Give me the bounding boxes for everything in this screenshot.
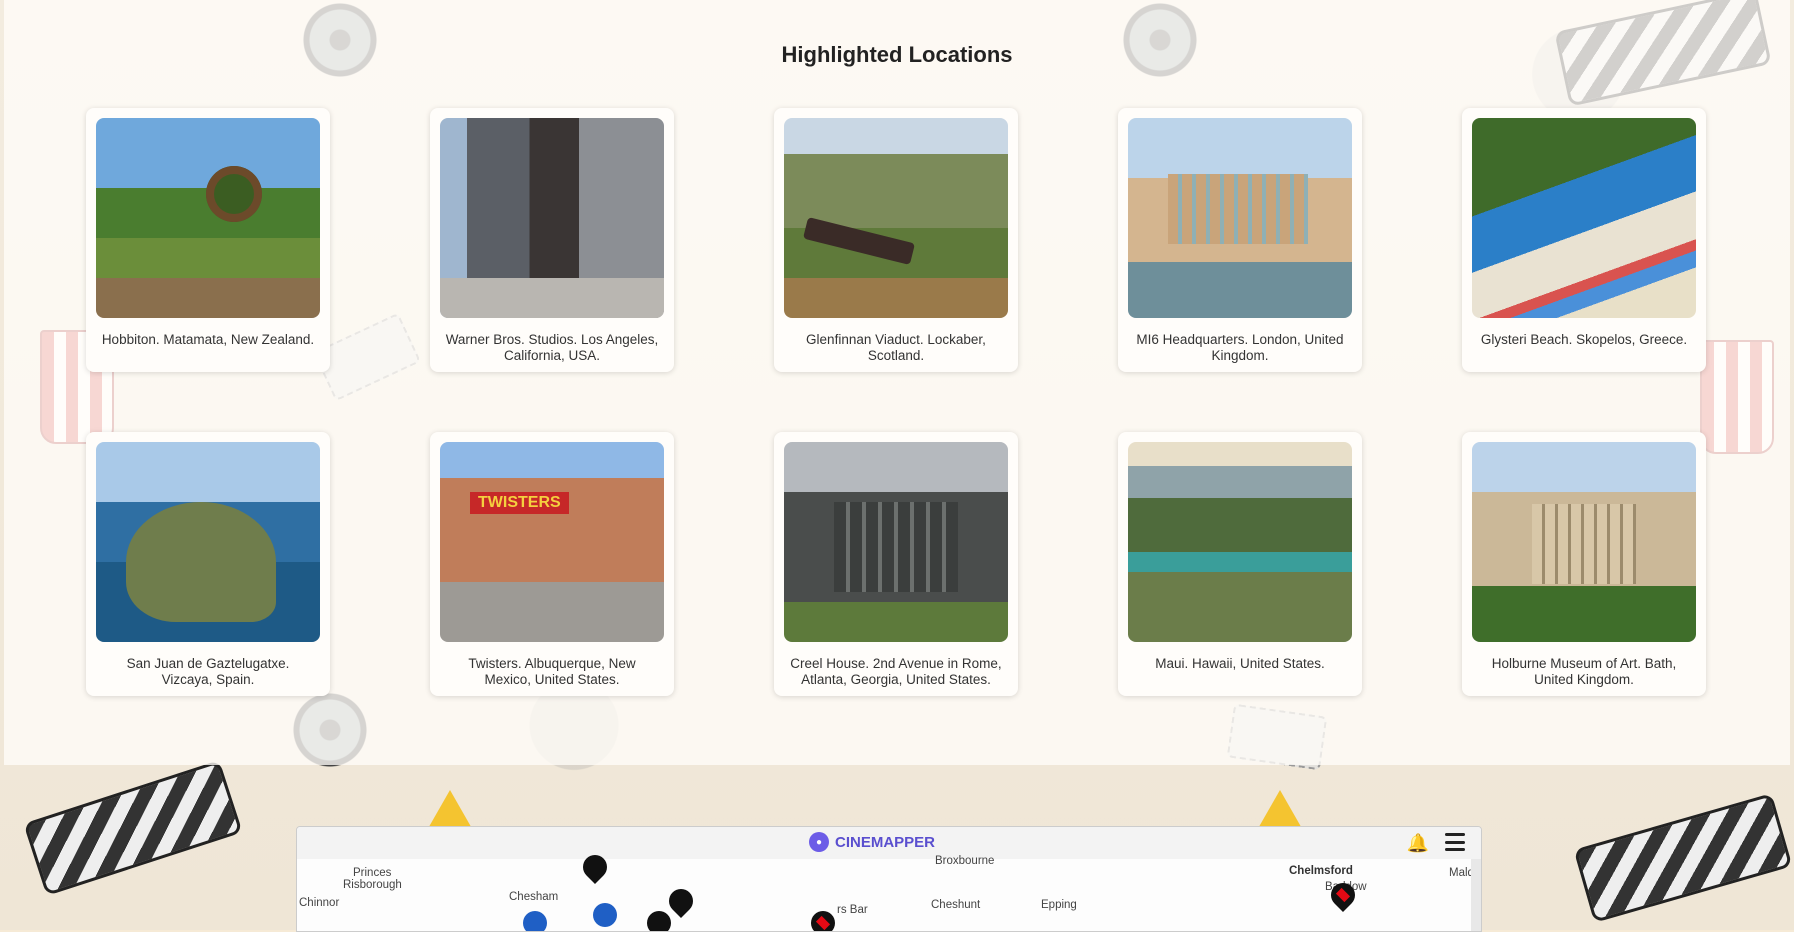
- location-photo: [1128, 442, 1352, 642]
- map-location-pin[interactable]: [523, 911, 547, 931]
- location-card-maui[interactable]: Maui. Hawaii, United States.: [1118, 432, 1362, 696]
- location-photo: [1128, 118, 1352, 318]
- map-town-label: Cheshunt: [931, 899, 981, 911]
- clapperboard-decoration: [23, 760, 243, 896]
- map-widget[interactable]: ● CINEMAPPER 🔔 Princes Risborough Chinno…: [296, 826, 1482, 932]
- location-photo: [784, 442, 1008, 642]
- clapperboard-decoration: [1573, 793, 1793, 923]
- location-caption: Warner Bros. Studios. Los Angeles, Calif…: [445, 332, 659, 363]
- location-caption: Creel House. 2nd Avenue in Rome, Atlanta…: [790, 656, 1002, 687]
- map-location-pin[interactable]: [593, 903, 617, 927]
- location-photo: [440, 118, 664, 318]
- location-card-mi6[interactable]: MI6 Headquarters. London, United Kingdom…: [1118, 108, 1362, 372]
- location-photo: [440, 442, 664, 642]
- location-caption: Holburne Museum of Art. Bath, United Kin…: [1491, 656, 1677, 687]
- map-header: ● CINEMAPPER 🔔: [297, 827, 1481, 860]
- location-photo: [1472, 118, 1696, 318]
- location-caption: MI6 Headquarters. London, United Kingdom…: [1136, 332, 1344, 363]
- location-photo: [96, 442, 320, 642]
- map-town-label: rs Bar: [837, 904, 868, 916]
- locations-grid: Hobbiton. Matamata, New Zealand. Warner …: [86, 108, 1716, 696]
- map-town-label: Broxbourne: [935, 855, 995, 867]
- location-card-holburne[interactable]: Holburne Museum of Art. Bath, United Kin…: [1462, 432, 1706, 696]
- location-card-san-juan[interactable]: San Juan de Gaztelugatxe. Vizcaya, Spain…: [86, 432, 330, 696]
- brand-name: CINEMAPPER: [835, 833, 936, 851]
- location-card-glysteri[interactable]: Glysteri Beach. Skopelos, Greece.: [1462, 108, 1706, 372]
- map-location-pin[interactable]: [664, 884, 698, 918]
- location-photo: [1472, 442, 1696, 642]
- location-card-hobbiton[interactable]: Hobbiton. Matamata, New Zealand.: [86, 108, 330, 372]
- location-caption: San Juan de Gaztelugatxe. Vizcaya, Spain…: [126, 656, 290, 687]
- location-card-twisters[interactable]: Twisters. Albuquerque, New Mexico, Unite…: [430, 432, 674, 696]
- location-card-creel-house[interactable]: Creel House. 2nd Avenue in Rome, Atlanta…: [774, 432, 1018, 696]
- location-caption: Hobbiton. Matamata, New Zealand.: [101, 332, 315, 347]
- brand-logo[interactable]: ● CINEMAPPER: [809, 832, 935, 852]
- map-town-label: Chelmsford: [1289, 865, 1353, 877]
- map-canvas[interactable]: Princes Risborough Chinnor Chesham Broxb…: [297, 850, 1481, 931]
- location-card-glenfinnan[interactable]: Glenfinnan Viaduct. Lockaber, Scotland.: [774, 108, 1018, 372]
- location-photo: [96, 118, 320, 318]
- location-caption: Maui. Hawaii, United States.: [1155, 656, 1325, 671]
- map-town-label: Epping: [1041, 899, 1077, 911]
- location-caption: Glysteri Beach. Skopelos, Greece.: [1480, 332, 1688, 347]
- map-town-label: Chesham: [509, 891, 559, 903]
- bell-icon[interactable]: 🔔: [1407, 833, 1429, 854]
- menu-icon[interactable]: [1445, 833, 1465, 851]
- location-card-warner-bros[interactable]: Warner Bros. Studios. Los Angeles, Calif…: [430, 108, 674, 372]
- location-photo: [784, 118, 1008, 318]
- map-scrollbar[interactable]: [1471, 859, 1481, 931]
- map-town-label: Princes: [353, 867, 392, 879]
- location-caption: Twisters. Albuquerque, New Mexico, Unite…: [468, 656, 636, 687]
- pin-logo-icon: ●: [809, 832, 829, 852]
- map-location-pin[interactable]: [642, 906, 676, 931]
- highlighted-locations-panel: Highlighted Locations Hobbiton. Matamata…: [4, 0, 1790, 765]
- map-town-label: Chinnor: [299, 897, 340, 909]
- map-town-label: Risborough: [343, 879, 402, 891]
- location-caption: Glenfinnan Viaduct. Lockaber, Scotland.: [806, 332, 986, 363]
- section-title: Highlighted Locations: [781, 42, 1013, 68]
- map-location-pin[interactable]: [806, 906, 840, 931]
